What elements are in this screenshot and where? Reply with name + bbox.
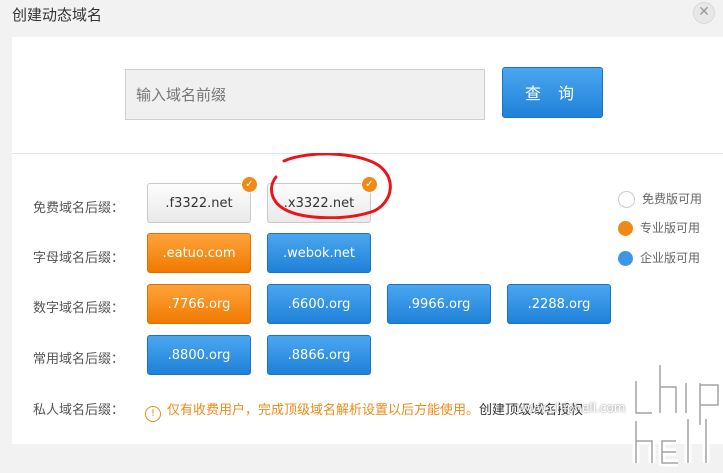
legend-dot-icon [618,251,633,266]
suffix-8866-button[interactable]: .8866.org [267,335,371,375]
suffix-8800-button[interactable]: .8800.org [147,335,251,375]
red-annotation-circle [270,153,392,219]
chiphell-watermark-logo [632,365,722,467]
suffix-7766-button[interactable]: .7766.org [147,284,251,324]
legend-label: 免费版可用 [642,192,703,206]
legend-pro: 专业版可用 [618,219,700,236]
suffix-label: .f3322.net [165,196,233,211]
legend-dot-icon [618,221,633,236]
row-label-letter: 字母域名后缀： [33,251,125,266]
info-icon: ! [145,406,161,422]
suffix-9966-button[interactable]: .9966.org [387,284,491,324]
query-button[interactable]: 查 询 [502,67,603,118]
check-icon: ✓ [241,176,258,193]
row-label-free: 免费域名后缀： [33,201,125,216]
legend-dot-icon [618,191,635,208]
dialog-body: 查 询 免费域名后缀： .f3322.net ✓ .x3322.net ✓ 字母… [12,37,723,467]
dialog-title: 创建动态域名 [12,6,103,24]
legend-enterprise: 企业版可用 [618,249,700,266]
domain-prefix-input[interactable] [125,69,485,120]
suffix-webok-button[interactable]: .webok.net [267,233,371,273]
watermark-text: www.chiphell.com [517,401,626,415]
row-label-number: 数字域名后缀： [33,301,125,316]
row-label-common: 常用域名后缀： [33,352,125,367]
suffix-eatuo-button[interactable]: .eatuo.com [147,233,251,273]
private-note-text: 仅有收费用户，完成顶级域名解析设置以后方能使用。 [167,403,480,418]
close-icon[interactable]: ✕ [693,2,715,24]
legend-label: 专业版可用 [640,221,701,235]
suffix-f3322-button[interactable]: .f3322.net ✓ [147,176,258,223]
suffix-2288-button[interactable]: .2288.org [507,284,611,324]
suffix-6600-button[interactable]: .6600.org [267,284,371,324]
row-label-private: 私人域名后缀： [33,403,125,418]
legend-free: 免费版可用 [618,190,702,208]
legend-label: 企业版可用 [640,251,701,265]
search-area: 查 询 [12,37,723,154]
